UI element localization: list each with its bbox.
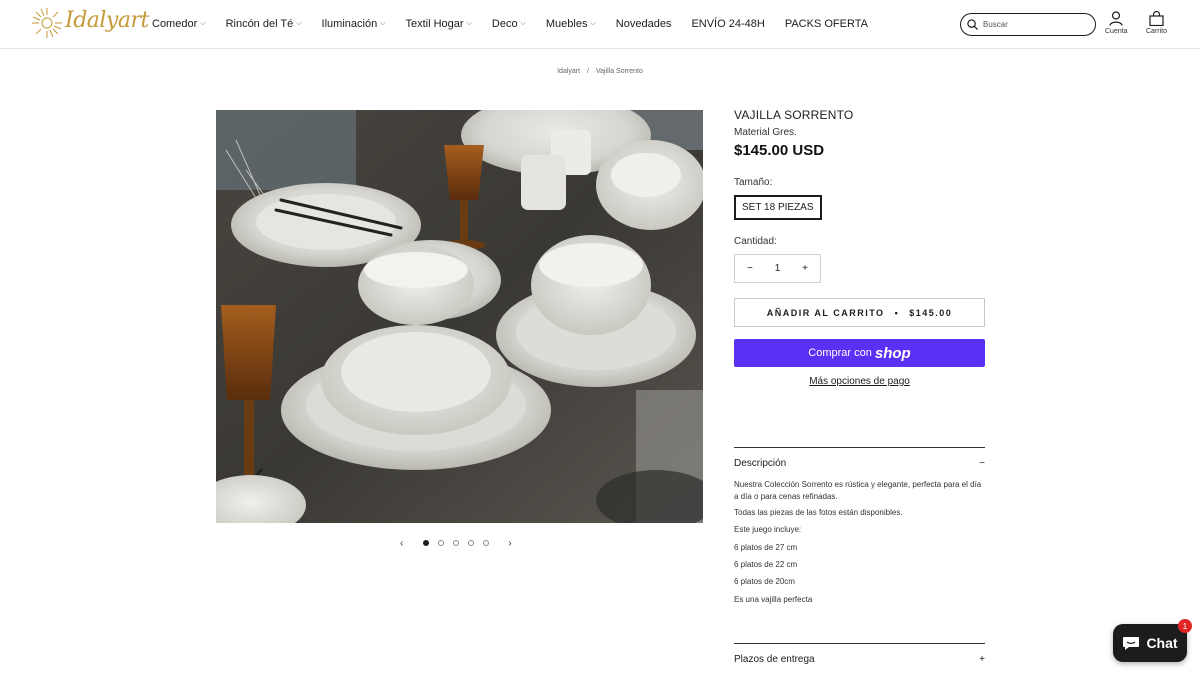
nav-label: ENVÍO 24-48H xyxy=(691,18,765,30)
chat-label: Chat xyxy=(1146,635,1178,651)
carousel-dots xyxy=(423,540,490,546)
add-to-cart-label: AÑADIR AL CARRITO xyxy=(766,307,885,318)
main-nav: Comedor ⌵ Rincón del Té ⌵ Iluminación ⌵ Tex… xyxy=(152,0,888,48)
chevron-down-icon: ⌵ xyxy=(590,20,596,27)
chat-button[interactable]: Chat 1 xyxy=(1113,619,1192,662)
nav-label: Textil Hogar xyxy=(405,18,464,30)
chevron-down-icon: ⌵ xyxy=(466,20,472,27)
cart-label: Carrito xyxy=(1146,28,1168,35)
nav-item-rincon-del-te[interactable]: Rincón del Té ⌵ xyxy=(226,18,302,30)
chat-bubble-icon xyxy=(1123,637,1140,650)
cart-button[interactable]: Carrito xyxy=(1146,11,1167,35)
nav-item-comedor[interactable]: Comedor ⌵ xyxy=(152,18,206,30)
search-box[interactable] xyxy=(960,13,1096,36)
product-material: Material Gres. xyxy=(734,127,797,138)
description-line: Este juego incluye: xyxy=(734,525,802,535)
search-input[interactable] xyxy=(983,20,1083,29)
shop-pay-logo: shop xyxy=(874,344,911,362)
image-carousel-controls: ‹ › xyxy=(400,537,520,549)
chat-notification-badge: 1 xyxy=(1178,619,1192,633)
account-button[interactable]: Cuenta xyxy=(1105,11,1128,35)
bullet-separator: • xyxy=(894,307,900,318)
brand-logo[interactable]: Idalyart xyxy=(30,4,149,44)
search-icon xyxy=(967,19,978,30)
nav-label: Rincón del Té xyxy=(225,18,294,30)
chevron-left-icon[interactable]: ‹ xyxy=(400,538,403,549)
nav-label: Muebles xyxy=(545,18,588,30)
product-price: $145.00 USD xyxy=(734,142,825,159)
nav-item-packs-oferta[interactable]: PACKS OFERTA xyxy=(785,18,868,30)
nav-item-deco[interactable]: Deco ⌵ xyxy=(492,18,526,30)
description-heading: Descripción xyxy=(734,458,787,469)
description-line: 6 platos de 22 cm xyxy=(734,559,798,569)
minus-icon[interactable]: − xyxy=(747,263,753,274)
nav-label: Deco xyxy=(491,18,518,30)
breadcrumb-home[interactable]: Idalyart xyxy=(557,68,580,75)
nav-item-envio[interactable]: ENVÍO 24-48H xyxy=(691,18,764,30)
add-to-cart-button[interactable]: AÑADIR AL CARRITO • $145.00 xyxy=(734,298,985,327)
shop-pay-button[interactable]: Comprar con shop xyxy=(734,339,985,367)
nav-label: Comedor xyxy=(152,18,198,30)
chevron-right-icon[interactable]: › xyxy=(508,538,511,549)
breadcrumb-current: Vajilla Sorrento xyxy=(595,68,643,75)
delivery-heading: Plazos de entrega xyxy=(734,654,815,665)
minus-icon: − xyxy=(979,458,985,469)
breadcrumb: Idalyart / Vajilla Sorrento xyxy=(0,68,1200,75)
tableware-photo xyxy=(216,110,703,523)
add-to-cart-price: $145.00 xyxy=(909,307,953,318)
chevron-down-icon: ⌵ xyxy=(296,20,302,27)
description-accordion: Descripción − Nuestra Colección Sorrento… xyxy=(734,447,985,612)
plus-icon: + xyxy=(979,654,985,665)
chevron-down-icon: ⌵ xyxy=(200,20,206,27)
logo-text: Idalyart xyxy=(65,8,149,33)
delivery-accordion: Plazos de entrega + xyxy=(734,643,985,665)
plus-icon[interactable]: + xyxy=(802,263,808,274)
carousel-dot-3[interactable] xyxy=(453,540,460,546)
carousel-dot-1[interactable] xyxy=(423,540,430,546)
carousel-dot-2[interactable] xyxy=(438,540,445,546)
description-line: 6 platos de 27 cm xyxy=(734,542,798,552)
nav-item-muebles[interactable]: Muebles ⌵ xyxy=(546,18,596,30)
carousel-dot-4[interactable] xyxy=(468,540,475,546)
nav-label: Iluminación xyxy=(321,18,378,30)
product-info: VAJILLA SORRENTO Material Gres. $145.00 … xyxy=(734,108,985,387)
size-label: Tamaño: xyxy=(734,177,773,188)
product-image[interactable] xyxy=(216,110,703,523)
description-line: Nuestra Colección Sorrento es rústica y … xyxy=(734,480,982,502)
nav-item-novedades[interactable]: Novedades xyxy=(616,18,672,30)
nav-label: Novedades xyxy=(615,18,672,30)
quantity-stepper: − 1 + xyxy=(734,254,821,283)
nav-label: PACKS OFERTA xyxy=(784,18,868,30)
description-accordion-header[interactable]: Descripción − xyxy=(734,448,985,469)
quantity-value[interactable]: 1 xyxy=(775,263,781,274)
description-line: Todas las piezas de las fotos están disp… xyxy=(734,507,903,517)
chevron-down-icon: ⌵ xyxy=(520,20,526,27)
delivery-accordion-header[interactable]: Plazos de entrega + xyxy=(734,644,985,665)
shopping-bag-icon xyxy=(1149,11,1164,26)
nav-item-textil-hogar[interactable]: Textil Hogar ⌵ xyxy=(406,18,472,30)
account-label: Cuenta xyxy=(1105,28,1128,35)
chevron-down-icon: ⌵ xyxy=(380,20,386,27)
size-option-button[interactable]: SET 18 PIEZAS xyxy=(734,195,822,220)
carousel-dot-5[interactable] xyxy=(483,540,490,546)
site-header: Idalyart Comedor ⌵ Rincón del Té ⌵ Ilumina… xyxy=(0,0,1200,49)
shop-pay-prefix: Comprar con xyxy=(808,347,872,359)
nav-item-iluminacion[interactable]: Iluminación ⌵ xyxy=(322,18,386,30)
product-title: VAJILLA SORRENTO xyxy=(734,108,854,122)
sun-logo-icon xyxy=(32,8,62,38)
description-line: Es una vajilla perfecta xyxy=(734,594,813,604)
description-body: Nuestra Colección Sorrento es rústica y … xyxy=(734,479,985,606)
breadcrumb-separator: / xyxy=(587,68,589,75)
quantity-label: Cantidad: xyxy=(734,236,777,247)
more-payment-options-link[interactable]: Más opciones de pago xyxy=(734,376,985,387)
description-line: 6 platos de 20cm xyxy=(734,577,795,587)
user-icon xyxy=(1109,11,1123,26)
